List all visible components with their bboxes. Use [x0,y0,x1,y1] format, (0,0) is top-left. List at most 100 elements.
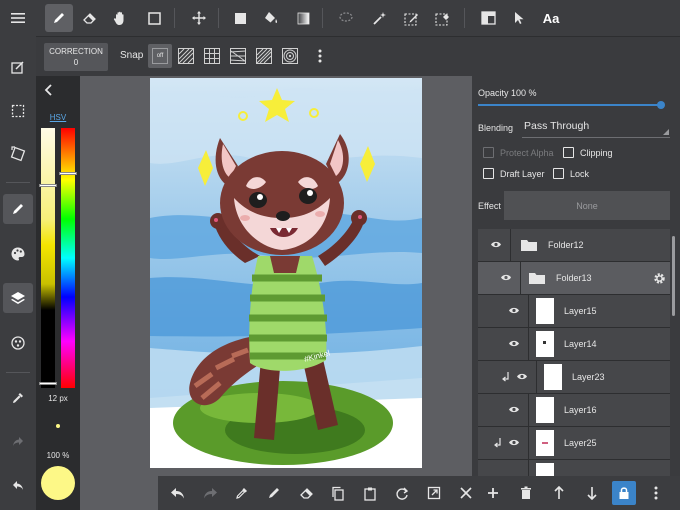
opacity-label: Opacity 100 % [478,88,537,98]
layer-row-layer25[interactable]: Layer25 [478,427,670,460]
fill-rect-icon[interactable] [226,4,254,32]
lock-layer-icon[interactable] [612,481,636,505]
add-layer-icon[interactable] [481,481,505,505]
hsv-mode-link[interactable]: HSV [36,113,80,122]
collapse-panel-icon[interactable] [44,84,54,96]
layer-more-options-icon[interactable] [644,481,668,505]
protect-alpha-checkbox[interactable] [483,147,494,158]
clipping-label: Clipping [580,148,613,158]
snap-parallel-icon[interactable] [174,44,198,68]
delete-layer-icon[interactable] [514,481,538,505]
opacity-slider[interactable] [478,104,662,106]
bucket-icon[interactable] [257,4,285,32]
eye-icon[interactable] [490,240,502,249]
draft-layer-label: Draft Layer [500,169,545,179]
layer-row-layer23[interactable]: Layer23 [478,361,670,394]
pen-icon[interactable] [45,4,73,32]
brush-opacity-value[interactable]: 100 % [36,451,80,460]
select-rect-icon[interactable] [140,4,168,32]
hue-handle[interactable] [59,172,77,175]
paste-icon[interactable] [358,481,382,505]
selection-icon[interactable] [3,96,33,126]
hand-icon[interactable] [106,4,134,32]
fit-screen-icon[interactable] [422,481,446,505]
more-options-icon[interactable] [308,44,332,68]
gradient-icon[interactable] [289,4,317,32]
lasso-icon[interactable] [332,4,360,32]
value-handle[interactable] [39,382,57,385]
layer-list-scrollbar[interactable] [672,236,675,316]
eye-icon[interactable] [508,306,520,315]
lock-label: Lock [570,169,590,179]
correction-button[interactable]: CORRECTION 0 [44,43,108,71]
transform-icon[interactable] [3,139,33,169]
brush-panel-icon[interactable] [3,194,33,224]
eyedropper-icon[interactable] [3,383,33,413]
layer-row-layer16[interactable]: Layer16 [478,394,670,427]
layer-row-folder13[interactable]: Folder13 [478,262,670,295]
saturation-handle[interactable] [39,184,57,187]
draft-layer-checkbox[interactable] [483,168,494,179]
layer-thumbnail [536,331,554,357]
edit-canvas-icon[interactable] [3,52,33,82]
magic-wand-icon[interactable] [365,4,393,32]
gear-icon[interactable] [653,272,666,285]
effect-button[interactable]: None [504,191,670,220]
eye-icon[interactable] [500,273,512,282]
material-icon[interactable] [3,328,33,358]
move-layer-up-icon[interactable] [547,481,571,505]
layer-row-layer14[interactable]: Layer14 [478,328,670,361]
eraser-icon[interactable] [76,4,104,32]
lock-checkbox[interactable] [553,168,564,179]
clipping-checkbox[interactable] [563,147,574,158]
snap-off-button[interactable]: off [148,44,172,68]
pointer-icon[interactable] [505,4,533,32]
layer-row-partial[interactable] [478,460,670,476]
eye-icon[interactable] [508,405,520,414]
select-eraser-icon[interactable] [428,4,456,32]
correction-label: CORRECTION [49,47,103,56]
hamburger-icon[interactable] [4,4,32,32]
layout-icon[interactable] [474,4,502,32]
canvas-area[interactable]: #Kinkel [80,76,472,510]
rotate-icon[interactable] [390,481,414,505]
snap-grid-icon[interactable] [200,44,224,68]
layer-list: Folder12 Folder13 Layer15 Layer14 Layer2… [478,229,670,476]
text-tool-button[interactable]: Aa [536,4,566,32]
brush-size-value[interactable]: 12 px [36,394,80,403]
saturation-value-slider[interactable] [41,128,55,388]
protect-alpha-label: Protect Alpha [500,148,554,158]
folder-icon [521,240,537,251]
undo-icon[interactable] [166,481,190,505]
eye-icon[interactable] [508,438,520,447]
layer-row-layer15[interactable]: Layer15 [478,295,670,328]
left-sidebar [0,36,36,510]
snap-diagonal-icon[interactable] [252,44,276,68]
copy-icon[interactable] [326,481,350,505]
move-icon[interactable] [185,4,213,32]
layer-name: Layer15 [564,306,597,316]
eye-icon[interactable] [508,339,520,348]
blending-select[interactable]: Pass Through [522,120,670,138]
snap-circle-icon[interactable] [278,44,302,68]
eyedropper-tool-icon[interactable] [230,481,254,505]
current-color-swatch[interactable] [41,466,75,500]
pen-tool-icon[interactable] [262,481,286,505]
eye-icon[interactable] [516,372,528,381]
select-pen-icon[interactable] [397,4,425,32]
drawing-canvas[interactable]: #Kinkel [150,78,422,468]
layer-row-folder12[interactable]: Folder12 [478,229,670,262]
snap-perspective-icon[interactable] [226,44,250,68]
layer-thumbnail [536,430,554,456]
hue-slider[interactable] [61,128,75,388]
eraser-tool-icon[interactable] [294,481,318,505]
palette-icon[interactable] [3,239,33,269]
redo-icon[interactable] [198,481,222,505]
move-layer-down-icon[interactable] [580,481,604,505]
layers-icon[interactable] [3,283,33,313]
color-panel: HSV 12 px 100 % [36,76,80,510]
opacity-slider-handle[interactable] [657,101,665,109]
snap-off-label: off [152,48,168,64]
back-icon[interactable] [3,470,33,500]
share-icon[interactable] [3,426,33,456]
